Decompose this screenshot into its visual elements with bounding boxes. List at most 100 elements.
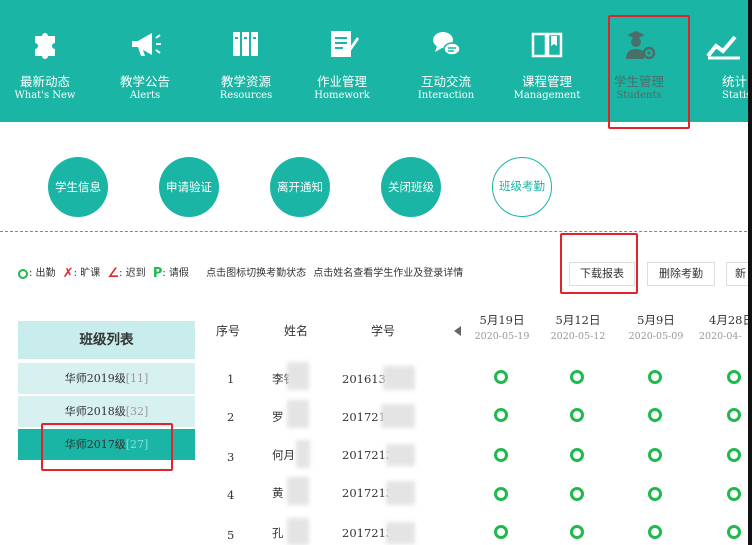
nav-label: 互动交流 xyxy=(420,74,471,89)
student-info-button[interactable]: 学生信息 xyxy=(48,157,108,217)
highlight-download-box xyxy=(560,233,638,294)
column-header-index: 序号 xyxy=(216,324,241,338)
date-label: 5月19日 xyxy=(479,313,525,327)
attendance-present-icon[interactable] xyxy=(648,525,662,539)
apply-verify-button[interactable]: 申请验证 xyxy=(159,157,219,217)
highlight-class-box xyxy=(41,423,173,471)
nav-item-homework[interactable]: 作业管理 Homework xyxy=(297,0,387,122)
nav-item-whats-new[interactable]: 最新动态 What's New xyxy=(0,0,90,122)
legend-hint-name: 点击姓名查看学生作业及登录详情 xyxy=(313,268,464,279)
column-header-student-id: 学号 xyxy=(371,324,396,338)
open-book-icon xyxy=(531,32,563,58)
attendance-present-icon[interactable] xyxy=(570,370,584,384)
megaphone-icon xyxy=(132,33,161,56)
date-full: 2020-04- xyxy=(699,331,742,342)
class-count: [11] xyxy=(125,372,149,385)
student-name[interactable]: 何月 xyxy=(272,447,295,463)
absent-icon: ✗ xyxy=(62,266,74,281)
leave-icon: P xyxy=(152,266,163,281)
legend-absent-label: : 旷课 xyxy=(73,268,101,279)
date-label: 5月12日 xyxy=(555,313,601,327)
nav-sublabel: Interaction xyxy=(417,90,475,101)
attendance-present-icon[interactable] xyxy=(570,525,584,539)
column-header-name: 姓名 xyxy=(284,324,309,338)
redaction xyxy=(386,522,415,544)
nav-sublabel: What's New xyxy=(14,90,76,101)
redaction xyxy=(381,404,415,428)
nav-sublabel: Homework xyxy=(314,90,370,101)
attendance-present-icon[interactable] xyxy=(648,370,662,384)
student-id: 201613 xyxy=(342,372,386,386)
attendance-present-icon[interactable] xyxy=(648,487,662,501)
close-class-button[interactable]: 关闭班级 xyxy=(381,157,441,217)
student-name[interactable]: 孔 xyxy=(272,525,284,541)
nav-item-management[interactable]: 课程管理 Management xyxy=(502,0,592,122)
attendance-present-icon[interactable] xyxy=(648,408,662,422)
row-index: 4 xyxy=(227,488,235,502)
nav-label: 课程管理 xyxy=(521,74,572,89)
redaction xyxy=(287,518,309,545)
class-name: 华师2018级 xyxy=(64,405,126,418)
student-id: 201721 xyxy=(342,410,386,424)
student-name[interactable]: 黄 xyxy=(272,485,284,501)
delete-attendance-button[interactable]: 删除考勤 xyxy=(647,262,715,286)
nav-item-statistics[interactable]: 统计 Statis xyxy=(694,0,752,122)
row-index: 5 xyxy=(227,528,235,542)
chat-bubbles-icon xyxy=(433,32,461,56)
legend-late-label: : 迟到 xyxy=(119,268,146,279)
legend-present-label: : 出勤 xyxy=(29,268,56,279)
attendance-present-icon[interactable] xyxy=(494,448,508,462)
class-name: 华师2019级 xyxy=(64,372,126,385)
attendance-present-icon[interactable] xyxy=(494,408,508,422)
nav-label: 教学公告 xyxy=(119,74,170,89)
redaction xyxy=(287,477,309,505)
row-index: 3 xyxy=(227,450,235,464)
class-item-2019[interactable]: 华师2019级[11] xyxy=(18,363,195,394)
nav-item-interaction[interactable]: 互动交流 Interaction xyxy=(401,0,491,122)
class-list-title: 班级列表 xyxy=(18,321,195,359)
nav-label: 作业管理 xyxy=(316,74,367,89)
attendance-present-icon[interactable] xyxy=(570,448,584,462)
divider xyxy=(0,231,752,232)
stats-chart-icon xyxy=(706,35,740,60)
window-edge xyxy=(748,0,752,545)
attendance-present-icon[interactable] xyxy=(494,525,508,539)
attendance-present-icon[interactable] xyxy=(727,370,741,384)
date-full: 2020-05-19 xyxy=(474,331,530,342)
attendance-present-icon[interactable] xyxy=(570,408,584,422)
student-name[interactable]: 罗 xyxy=(272,409,284,425)
attendance-present-icon[interactable] xyxy=(727,487,741,501)
late-icon: ∠ xyxy=(107,266,120,281)
prev-dates-arrow-icon[interactable] xyxy=(454,326,461,336)
nav-item-alerts[interactable]: 教学公告 Alerts xyxy=(100,0,190,122)
document-pen-icon xyxy=(331,31,359,57)
redaction xyxy=(386,481,415,505)
nav-label: 最新动态 xyxy=(19,74,70,89)
highlight-students-box xyxy=(608,15,690,129)
date-column: 5月19日 2020-05-19 xyxy=(463,313,541,344)
attendance-present-icon[interactable] xyxy=(494,370,508,384)
class-count: [32] xyxy=(125,405,149,418)
redaction xyxy=(296,440,310,468)
row-index: 1 xyxy=(227,372,235,386)
present-icon xyxy=(18,269,28,279)
attendance-present-icon[interactable] xyxy=(727,408,741,422)
row-index: 2 xyxy=(227,410,235,424)
redaction xyxy=(287,400,309,428)
class-attendance-button[interactable]: 班级考勤 xyxy=(492,157,552,217)
date-label: 4月28日 xyxy=(709,313,752,327)
attendance-present-icon[interactable] xyxy=(494,487,508,501)
attendance-present-icon[interactable] xyxy=(648,448,662,462)
attendance-present-icon[interactable] xyxy=(727,448,741,462)
nav-sublabel: Resources xyxy=(219,90,273,101)
redaction xyxy=(287,362,309,390)
date-label: 5月9日 xyxy=(637,313,675,327)
redaction xyxy=(386,444,415,466)
attendance-legend: : 出勤 ✗: 旷课 ∠: 迟到 P: 请假 点击图标切换考勤状态 点击姓名查看… xyxy=(18,266,463,282)
puzzle-icon xyxy=(35,33,55,59)
nav-sublabel: Management xyxy=(513,90,581,101)
leave-notice-button[interactable]: 离开通知 xyxy=(270,157,330,217)
nav-item-resources[interactable]: 教学资源 Resources xyxy=(201,0,291,122)
attendance-present-icon[interactable] xyxy=(727,525,741,539)
attendance-present-icon[interactable] xyxy=(570,487,584,501)
